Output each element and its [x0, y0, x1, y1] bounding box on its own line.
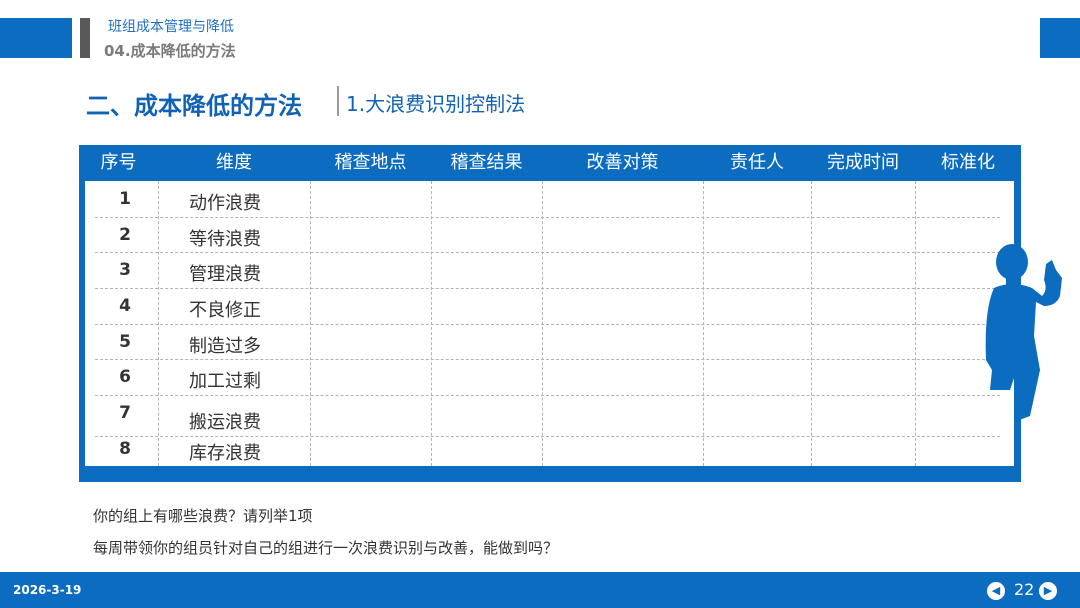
- footer-date: 2026-3-19: [13, 583, 82, 597]
- col-header-standardization: 标准化: [941, 152, 995, 173]
- row-dimension: 库存浪费: [189, 443, 261, 464]
- col-header-deadline: 完成时间: [827, 152, 899, 173]
- table-header: 序号 维度 稽查地点 稽查结果 改善对策 责任人 完成时间 标准化: [79, 145, 1021, 180]
- row-number: 6: [119, 367, 131, 387]
- discussion-question-2: 每周带领你的组员针对自己的组进行一次浪费识别与改善，能做到吗？: [93, 539, 559, 557]
- row-divider: [95, 436, 1000, 437]
- section-title-separator: [337, 86, 339, 116]
- row-divider: [95, 324, 1000, 325]
- row-divider: [95, 217, 1000, 218]
- header-chapter-title: 04.成本降低的方法: [104, 42, 236, 60]
- col-header-owner: 责任人: [730, 152, 784, 173]
- row-number: 4: [119, 296, 131, 316]
- row-dimension: 等待浪费: [189, 229, 261, 250]
- row-divider: [95, 395, 1000, 396]
- row-number: 1: [119, 189, 131, 209]
- row-number: 8: [119, 439, 131, 459]
- header-course-title: 班组成本管理与降低: [108, 19, 234, 35]
- section-title: 二、成本降低的方法: [86, 92, 302, 120]
- row-dimension: 制造过多: [189, 336, 261, 357]
- row-number: 7: [119, 403, 131, 423]
- row-dimension: 不良修正: [189, 300, 261, 321]
- row-dimension: 加工过剩: [189, 371, 261, 392]
- table-body: 1 动作浪费 2 等待浪费 3 管理浪费 4 不良修正 5 制造过多 6 加工过…: [85, 181, 1014, 466]
- row-number: 2: [119, 225, 131, 245]
- top-left-accent-bar: [0, 18, 72, 58]
- row-number: 5: [119, 332, 131, 352]
- thumbs-up-figure-icon: [985, 244, 1062, 422]
- row-number: 3: [119, 260, 131, 280]
- arrow-right-icon[interactable]: ▶: [1039, 582, 1057, 600]
- col-header-result: 稽查结果: [450, 152, 523, 173]
- footer-bar: 2026-3-19 ◀ 22 ▶: [0, 572, 1080, 608]
- col-header-num: 序号: [100, 152, 137, 173]
- row-divider: [95, 252, 1000, 253]
- top-right-accent-bar: [1040, 18, 1080, 58]
- waste-table: 序号 维度 稽查地点 稽查结果 改善对策 责任人 完成时间 标准化 1 动作浪费…: [79, 145, 1021, 482]
- section-subtitle: 1.大浪费识别控制法: [346, 92, 526, 116]
- arrow-left-icon[interactable]: ◀: [987, 582, 1005, 600]
- top-dark-accent-bar: [80, 18, 90, 58]
- col-header-location: 稽查地点: [334, 152, 407, 173]
- row-divider: [95, 288, 1000, 289]
- page-number: 22: [1014, 580, 1035, 599]
- row-divider: [95, 359, 1000, 360]
- row-dimension: 搬运浪费: [189, 412, 261, 433]
- discussion-question-1: 你的组上有哪些浪费？请列举1项: [93, 507, 313, 525]
- row-dimension: 动作浪费: [189, 193, 261, 214]
- row-dimension: 管理浪费: [189, 264, 261, 285]
- col-header-countermeasure: 改善对策: [586, 152, 659, 173]
- col-header-dimension: 维度: [216, 152, 252, 173]
